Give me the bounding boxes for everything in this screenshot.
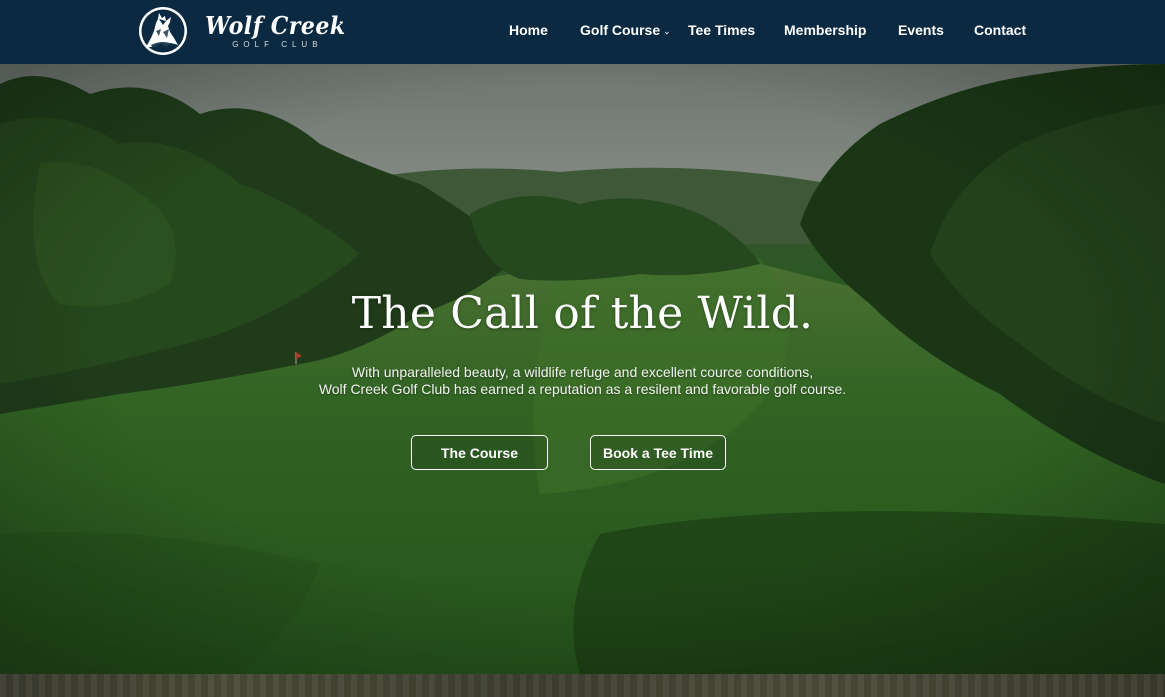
nav-tee-times[interactable]: Tee Times: [688, 21, 755, 41]
chevron-down-icon: ⌄: [663, 26, 671, 36]
nav-home-label: Home: [509, 22, 548, 38]
nav-events[interactable]: Events: [898, 21, 944, 41]
site-header: Wolf Creek GOLF CLUB Home Golf Course ⌄ T…: [0, 0, 1165, 64]
nav-home[interactable]: Home: [509, 21, 548, 41]
the-course-button[interactable]: The Course: [411, 435, 548, 470]
book-tee-time-button-label: Book a Tee Time: [603, 444, 713, 461]
hero-subtitle-line-2: Wolf Creek Golf Club has earned a reputa…: [318, 381, 847, 397]
hero-subtitle-line-1: With unparalleled beauty, a wildlife ref…: [351, 364, 814, 380]
book-tee-time-button[interactable]: Book a Tee Time: [590, 435, 726, 470]
the-course-button-label: The Course: [440, 444, 518, 461]
hero-subtitle: With unparalleled beauty, a wildlife ref…: [0, 364, 1165, 398]
nav-golf-course-label: Golf Course: [580, 22, 661, 38]
nav-events-label: Events: [898, 22, 944, 38]
nav-contact[interactable]: Contact: [974, 21, 1026, 41]
hero-section: The Call of the Wild. With unparalleled …: [0, 64, 1165, 674]
nav-contact-label: Contact: [974, 22, 1027, 38]
main-navigation: Home Golf Course ⌄ Tee Times Membership E…: [0, 0, 1165, 60]
hero-title: The Call of the Wild.: [351, 288, 814, 339]
nav-membership[interactable]: Membership: [784, 21, 866, 41]
next-section-preview: [0, 674, 1165, 697]
nav-golf-course[interactable]: Golf Course ⌄: [580, 21, 671, 41]
nav-membership-label: Membership: [784, 22, 867, 38]
nav-tee-times-label: Tee Times: [688, 22, 756, 38]
